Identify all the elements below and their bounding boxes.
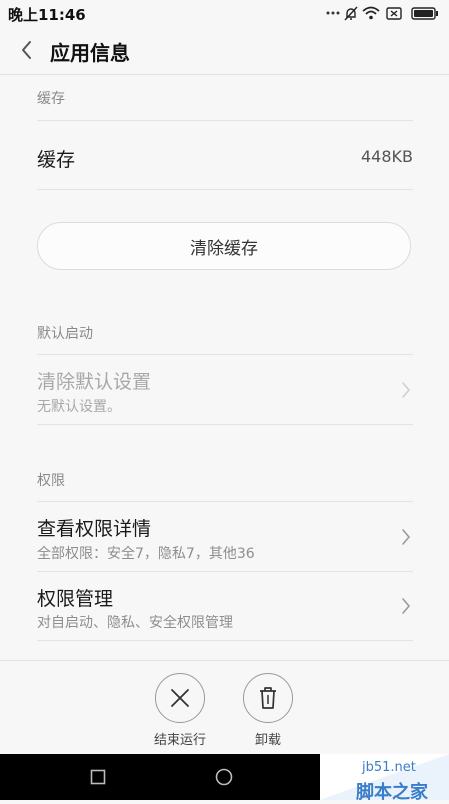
section-title-cache: 缓存 [37, 91, 65, 107]
chevron-right-icon [402, 529, 411, 545]
permission-management-subtitle: 对自启动、隐私、安全权限管理 [37, 615, 233, 631]
divider [37, 189, 413, 190]
sim-none-icon [385, 5, 402, 21]
divider [37, 640, 413, 641]
dots-icon [326, 5, 340, 21]
recent-apps-button[interactable] [90, 769, 106, 785]
chevron-right-icon [402, 598, 411, 614]
view-permissions-subtitle: 全部权限：安全7，隐私7，其他36 [37, 546, 255, 562]
permission-management-title: 权限管理 [37, 588, 114, 610]
app-bar: 应用信息 [0, 26, 449, 75]
cache-row-label: 缓存 [37, 149, 76, 171]
uninstall-button[interactable]: 卸载 [228, 673, 308, 753]
view-permissions-title: 查看权限详情 [37, 518, 152, 540]
cache-size-value: 448KB [360, 147, 413, 166]
section-title-permissions: 权限 [37, 473, 65, 489]
status-time: 晚上11:46 [8, 6, 86, 24]
circle-icon [215, 768, 233, 786]
clear-defaults-title: 清除默认设置 [37, 371, 152, 393]
trash-icon [243, 673, 293, 723]
back-button[interactable] [12, 32, 44, 68]
watermark-name: 脚本之家 [356, 782, 428, 803]
battery-icon [410, 5, 440, 21]
section-title-default-launch: 默认启动 [37, 326, 93, 342]
watermark-domain: jb51.net [362, 760, 416, 775]
clear-defaults-subtitle: 无默认设置。 [37, 399, 121, 415]
permission-management-row[interactable]: 权限管理 对自启动、隐私、安全权限管理 [0, 572, 449, 640]
chevron-right-icon [402, 382, 411, 398]
bell-muted-icon [343, 5, 359, 21]
page-title: 应用信息 [50, 41, 130, 65]
square-icon [90, 769, 106, 785]
divider [37, 424, 413, 425]
home-button[interactable] [215, 768, 233, 786]
status-bar: 晚上11:46 [0, 0, 449, 26]
chevron-left-icon [22, 41, 31, 59]
wifi-icon [362, 5, 380, 21]
clear-defaults-row[interactable]: 清除默认设置 无默认设置。 [0, 355, 449, 424]
bottom-action-bar: 结束运行 卸载 [0, 660, 449, 755]
stop-app-button[interactable]: 结束运行 [140, 673, 220, 753]
stop-app-label: 结束运行 [153, 733, 206, 748]
clear-cache-label: 清除缓存 [190, 238, 258, 259]
uninstall-label: 卸载 [254, 733, 281, 748]
clear-cache-button[interactable]: 清除缓存 [37, 222, 411, 270]
close-icon [155, 673, 205, 723]
view-permissions-row[interactable]: 查看权限详情 全部权限：安全7，隐私7，其他36 [0, 502, 449, 571]
